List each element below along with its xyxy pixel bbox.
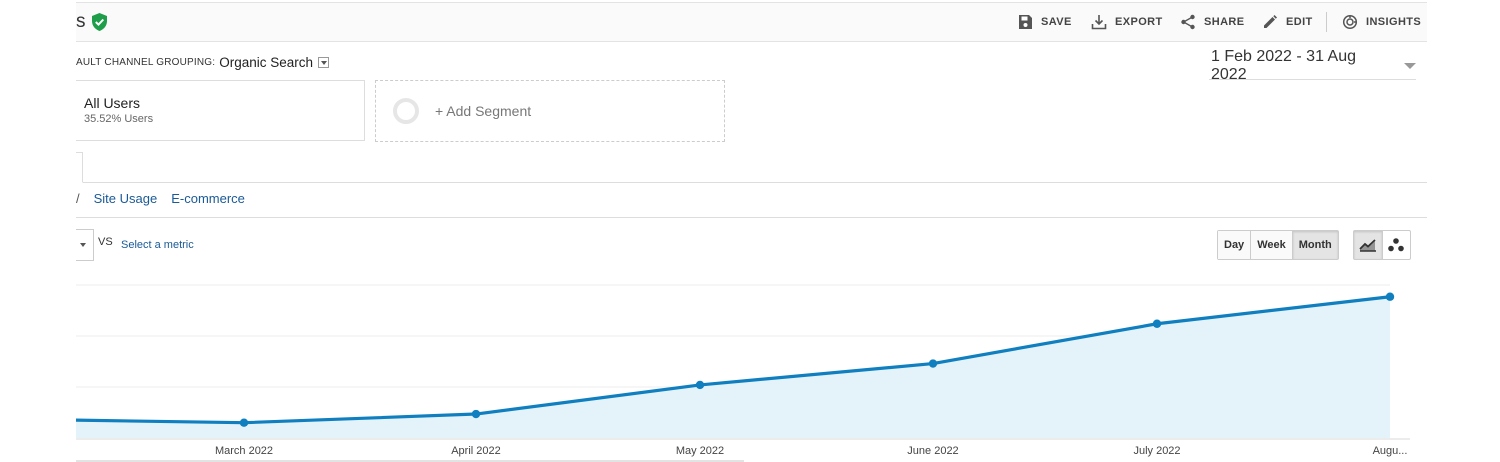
- data-point: [928, 359, 938, 368]
- data-point: [695, 380, 705, 390]
- x-tick-label: June 2022: [907, 445, 958, 457]
- x-tick-label: April 2022: [451, 445, 501, 457]
- x-tick-label: Augu...: [1373, 445, 1408, 457]
- data-point: [1152, 319, 1162, 328]
- x-tick-label: May 2022: [676, 445, 724, 457]
- x-tick-label: March 2022: [215, 445, 273, 457]
- data-point: [1385, 292, 1395, 301]
- x-tick-label: July 2022: [1133, 445, 1180, 457]
- data-point: [239, 418, 249, 427]
- series-area: [76, 296, 1390, 438]
- sessions-chart: March 2022 April 2022 May 2022 June 2022 Jul…: [75, 284, 1410, 462]
- data-point: [471, 409, 481, 419]
